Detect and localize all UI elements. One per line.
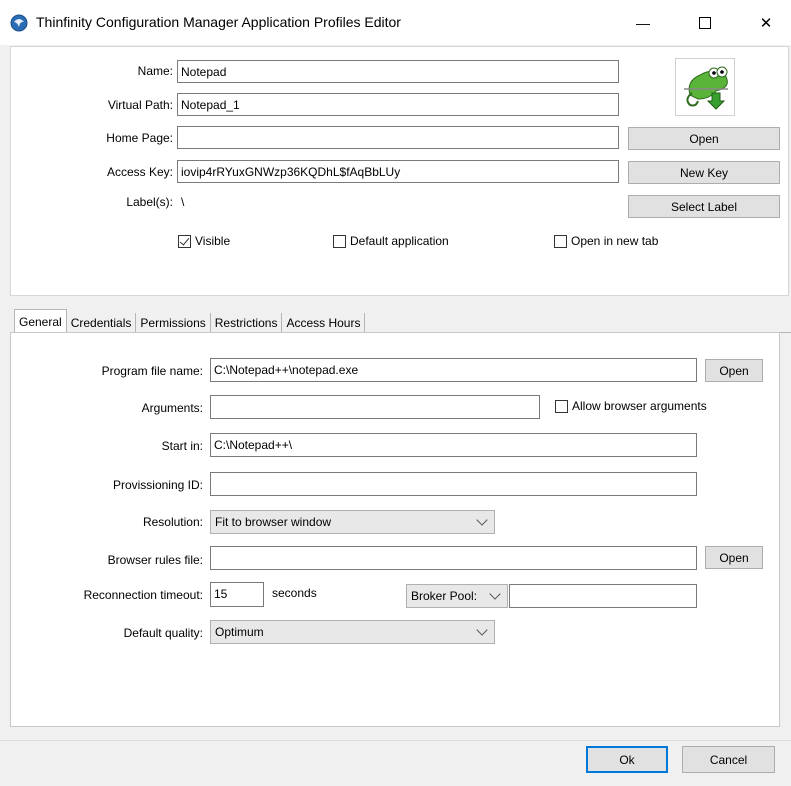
start-in-field[interactable]: C:\Notepad++\ [210,433,697,457]
tab-access-hours[interactable]: Access Hours [282,313,366,333]
provisioning-id-field[interactable] [210,472,697,496]
application-icon-frame[interactable] [675,58,735,116]
name-field[interactable]: Notepad [177,60,619,83]
default-application-checkbox-box[interactable] [333,235,346,248]
browser-rules-label: Browser rules file: [107,553,203,567]
broker-pool-select[interactable]: Broker Pool: [406,584,508,608]
open-new-tab-checkbox-box[interactable] [554,235,567,248]
cancel-button[interactable]: Cancel [682,746,775,773]
new-key-button[interactable]: New Key [628,161,780,184]
labels-value: \ [181,195,185,209]
chevron-down-icon [476,624,488,636]
resolution-select[interactable]: Fit to browser window [210,510,495,534]
home-page-field[interactable] [177,126,619,149]
maximize-icon [699,16,711,29]
allow-browser-arguments-checkbox[interactable]: Allow browser arguments [555,399,735,415]
open-new-tab-label: Open in new tab [571,234,659,248]
home-page-label: Home Page: [106,131,173,145]
tab-restrictions[interactable]: Restrictions [211,313,283,333]
browser-rules-field[interactable] [210,546,697,570]
visible-checkbox[interactable]: Visible [178,234,258,250]
visible-checkbox-box[interactable] [178,235,191,248]
arguments-label: Arguments: [141,401,203,415]
reconnection-timeout-label: Reconnection timeout: [83,588,203,602]
tab-strip: General Credentials Permissions Restrict… [14,309,366,333]
chevron-down-icon [476,514,488,526]
provisioning-id-label: Provissioning ID: [112,478,203,492]
start-in-label: Start in: [161,439,203,453]
maximize-button[interactable] [682,0,728,45]
notepad-plus-chameleon-icon [684,66,728,110]
close-icon: ✕ [759,14,773,32]
default-application-checkbox[interactable]: Default application [333,234,513,250]
resolution-label: Resolution: [142,515,203,529]
virtual-path-label: Virtual Path: [107,98,173,112]
ok-button[interactable]: Ok [586,746,668,773]
browser-rules-open-button[interactable]: Open [705,546,763,569]
program-file-label: Program file name: [101,364,203,378]
default-application-label: Default application [350,234,449,248]
select-label-button[interactable]: Select Label [628,195,780,218]
default-quality-value: Optimum [215,625,264,639]
arguments-field[interactable] [210,395,540,419]
open-new-tab-checkbox[interactable]: Open in new tab [554,234,734,250]
tab-credentials[interactable]: Credentials [67,313,137,333]
access-key-field[interactable]: iovip4rRYuxGNWzp36KQDhL$fAqBbLUy [177,160,619,183]
minimize-icon: — [636,14,650,31]
visible-label: Visible [195,234,231,248]
labels-label: Label(s): [126,195,173,209]
access-key-label: Access Key: [106,165,173,179]
broker-pool-label: Broker Pool: [411,589,478,603]
reconnection-timeout-field[interactable]: 15 [210,582,264,607]
window-title: Thinfinity Configuration Manager Applica… [36,14,401,30]
broker-pool-field[interactable] [509,584,697,608]
seconds-label: seconds [272,586,317,600]
default-quality-label: Default quality: [123,626,203,640]
allow-browser-arguments-box[interactable] [555,400,568,413]
open-home-page-button[interactable]: Open [628,127,780,150]
minimize-button[interactable]: — [620,0,666,45]
chevron-down-icon [489,588,501,600]
thinfinity-app-icon [9,13,29,33]
close-button[interactable]: ✕ [743,0,789,45]
default-quality-select[interactable]: Optimum [210,620,495,644]
virtual-path-field[interactable]: Notepad_1 [177,93,619,116]
name-label: Name: [137,64,173,78]
allow-browser-arguments-label: Allow browser arguments [572,399,707,413]
tab-permissions[interactable]: Permissions [136,313,211,333]
dialog-footer [0,740,791,786]
resolution-value: Fit to browser window [215,515,332,529]
program-file-field[interactable]: C:\Notepad++\notepad.exe [210,358,697,382]
program-file-open-button[interactable]: Open [705,359,763,382]
tab-general[interactable]: General [14,309,67,333]
